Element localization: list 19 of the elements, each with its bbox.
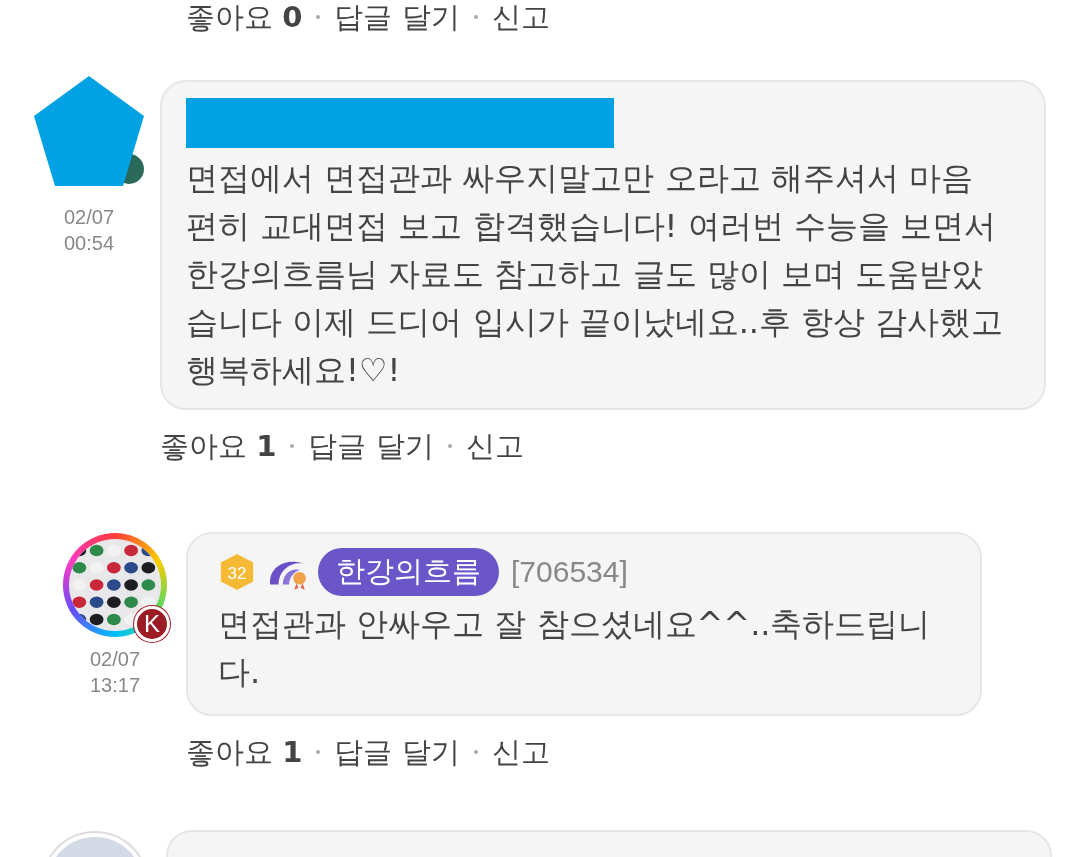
comment-text: 면접에서 면접관과 싸우지말고만 오라고 해주셔서 마음 편히 교대면접 보고 합격했습니다! 여러번 수능을 보면서 한강의흐름님 자료도 참고하고 글도 많이 보며 도움받았 습니다 이제 드디어 입시가 끝이났네요..후 항상 감사했고 행복하세요!♡! [186, 158, 1005, 391]
comment-time: 00:54 [63, 231, 115, 256]
comment-date: 02/07 [63, 205, 115, 230]
like-button[interactable]: 좋아요 1 [186, 736, 303, 768]
avatar-badge: K [134, 606, 170, 642]
like-button[interactable]: 좋아요 0 [186, 1, 303, 33]
reply-button[interactable]: 답글 달기 [334, 1, 460, 33]
report-button[interactable]: 신고 [465, 430, 524, 462]
comment-text: 면접관과 안싸우고 잘 참으셨네요^^..축하드립니다. [218, 604, 932, 693]
level-badge: 32 [218, 553, 256, 591]
report-button[interactable]: 신고 [491, 1, 550, 33]
report-button[interactable]: 신고 [491, 736, 550, 768]
user-id: [706534] [511, 555, 628, 589]
reply-button[interactable]: 답글 달기 [308, 430, 434, 462]
comment-date: 02/07 [89, 647, 141, 672]
author-name[interactable]: 한강의흐름 [318, 548, 499, 596]
comment-time: 13:17 [89, 673, 141, 698]
like-button[interactable]: 좋아요 1 [160, 430, 277, 462]
reply-button[interactable]: 답글 달기 [334, 736, 460, 768]
